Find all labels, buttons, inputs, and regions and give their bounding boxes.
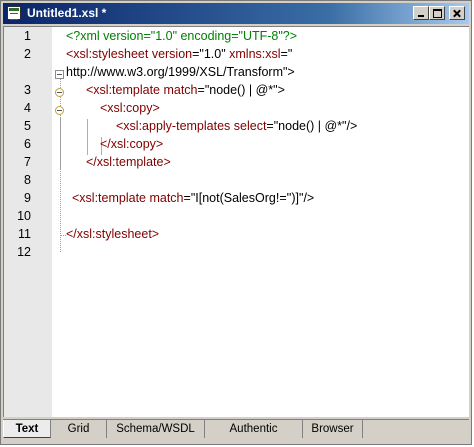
text-editor[interactable]: 1 <?xml version="1.0" encoding="UTF-8"?> 2…: [3, 26, 469, 417]
syntax-token: <xsl:template: [86, 83, 164, 97]
code-text: </xsl:copy>: [100, 135, 163, 153]
syntax-token: <xsl:template: [72, 191, 150, 205]
code-text: <xsl:template match="node() | @*">: [86, 81, 285, 99]
code-line[interactable]: 11 </xsl:stylesheet>: [4, 225, 470, 243]
line-number: 11: [18, 227, 31, 241]
line-number: 10: [17, 209, 31, 223]
close-button[interactable]: [449, 6, 465, 20]
syntax-token: ="I[not(SalesOrg!='')]"/>: [183, 191, 315, 205]
syntax-token: </xsl:copy>: [100, 137, 164, 151]
view-tab-bar: Text Grid Schema/WSDL Authentic Browser: [3, 419, 469, 440]
syntax-token: <xsl:apply-templates: [116, 119, 234, 133]
line-number: 6: [24, 137, 31, 151]
code-text: </xsl:stylesheet>: [66, 225, 159, 243]
tab-text[interactable]: Text: [3, 420, 51, 438]
syntax-token: http://www.w3.org/1999/XSL/Transform">: [66, 65, 295, 79]
syntax-token: select: [233, 119, 267, 133]
syntax-token: </xsl:stylesheet>: [66, 227, 160, 241]
tab-grid[interactable]: Grid: [51, 420, 107, 438]
syntax-token: xmlns:xsl: [229, 47, 281, 61]
title-bar[interactable]: Untitled1.xsl *: [3, 3, 469, 24]
xmlspy-document-window: Untitled1.xsl * 1 <?xml version="1.0" enc…: [0, 0, 472, 445]
syntax-token: match: [149, 191, 184, 205]
code-text: <xsl:apply-templates select="node() | @*…: [116, 117, 357, 135]
code-line[interactable]: 10: [4, 207, 470, 225]
code-line[interactable]: 1 <?xml version="1.0" encoding="UTF-8"?>: [4, 27, 470, 45]
code-line[interactable]: 6 </xsl:copy>: [4, 135, 470, 153]
maximize-button[interactable]: [429, 6, 445, 20]
line-number: 3: [24, 83, 31, 97]
line-number: 9: [24, 191, 31, 205]
code-line[interactable]: 12: [4, 243, 470, 261]
line-number: 4: [24, 101, 31, 115]
syntax-token: <xsl:copy>: [100, 101, 160, 115]
syntax-token: version: [151, 47, 193, 61]
code-text: </xsl:template>: [86, 153, 171, 171]
line-number: 8: [24, 173, 31, 187]
line-number: 12: [17, 245, 31, 259]
code-text: <xsl:stylesheet version="1.0" xmlns:xsl=…: [66, 45, 292, 63]
tab-authentic[interactable]: Authentic: [205, 420, 303, 438]
syntax-token: </xsl:template>: [86, 155, 171, 169]
line-number: 1: [24, 29, 31, 43]
line-number: 2: [24, 47, 31, 61]
code-line[interactable]: 4 <xsl:copy>: [4, 99, 470, 117]
xsl-document-icon[interactable]: [7, 6, 21, 20]
code-text: <xsl:copy>: [100, 99, 160, 117]
code-line[interactable]: 5 <xsl:apply-templates select="node() | @…: [4, 117, 470, 135]
tab-schema-wsdl[interactable]: Schema/WSDL: [107, 420, 205, 438]
code-text: <?xml version="1.0" encoding="UTF-8"?>: [66, 27, 297, 45]
syntax-token: ="node() | @*"/>: [266, 119, 358, 133]
code-line[interactable]: 2 <xsl:stylesheet version="1.0" xmlns:xsl…: [4, 45, 470, 63]
code-line[interactable]: 9 <xsl:template match="I[not(SalesOrg!=''…: [4, 189, 470, 207]
syntax-token: ="1.0": [192, 47, 230, 61]
line-number: 7: [24, 155, 31, 169]
line-number: 5: [24, 119, 31, 133]
syntax-token: <?xml version="1.0" encoding="UTF-8"?>: [66, 29, 298, 43]
code-line[interactable]: 3 <xsl:template match="node() | @*">: [4, 81, 470, 99]
minimize-button[interactable]: [413, 6, 429, 20]
code-line[interactable]: http://www.w3.org/1999/XSL/Transform">: [4, 63, 470, 81]
code-line[interactable]: 7 </xsl:template>: [4, 153, 470, 171]
syntax-token: =": [280, 47, 293, 61]
code-text: http://www.w3.org/1999/XSL/Transform">: [66, 63, 295, 81]
syntax-token: <xsl:stylesheet: [66, 47, 152, 61]
code-line[interactable]: 8: [4, 171, 470, 189]
code-text: <xsl:template match="I[not(SalesOrg!='')…: [72, 189, 314, 207]
syntax-token: ="node() | @*">: [197, 83, 285, 97]
syntax-token: match: [163, 83, 198, 97]
window-title: Untitled1.xsl *: [27, 6, 107, 20]
tab-browser[interactable]: Browser: [303, 420, 363, 438]
